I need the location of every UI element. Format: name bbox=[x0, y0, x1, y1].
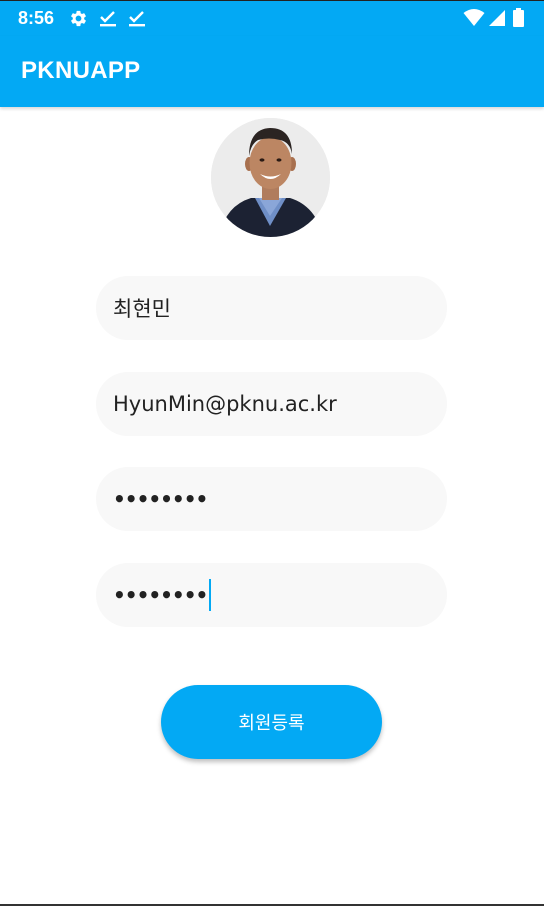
signal-icon bbox=[488, 9, 506, 31]
download-done-icon bbox=[128, 9, 146, 31]
name-field[interactable]: 최현민 bbox=[96, 276, 447, 340]
status-time: 8:56 bbox=[18, 8, 55, 28]
password-input-value: •••••••• bbox=[113, 487, 208, 511]
gear-icon bbox=[69, 9, 88, 32]
email-field[interactable]: HyunMin@pknu.ac.kr bbox=[96, 372, 447, 436]
battery-icon bbox=[513, 8, 524, 31]
app-bar: PKNUAPP bbox=[0, 36, 544, 107]
profile-avatar[interactable] bbox=[211, 118, 330, 237]
text-cursor bbox=[209, 579, 212, 611]
password-confirm-input-value: •••••••• bbox=[113, 583, 208, 607]
email-input-value: HyunMin@pknu.ac.kr bbox=[113, 392, 337, 416]
status-bar: 8:56 bbox=[0, 0, 544, 36]
name-input-value: 최현민 bbox=[113, 297, 171, 321]
download-done-icon bbox=[99, 9, 117, 31]
app-title: PKNUAPP bbox=[21, 57, 141, 84]
password-field[interactable]: •••••••• bbox=[96, 467, 447, 531]
password-confirm-field[interactable]: •••••••• bbox=[96, 563, 447, 627]
wifi-icon bbox=[463, 9, 485, 31]
avatar-photo bbox=[211, 118, 330, 237]
register-button[interactable]: 회원등록 bbox=[161, 685, 382, 759]
